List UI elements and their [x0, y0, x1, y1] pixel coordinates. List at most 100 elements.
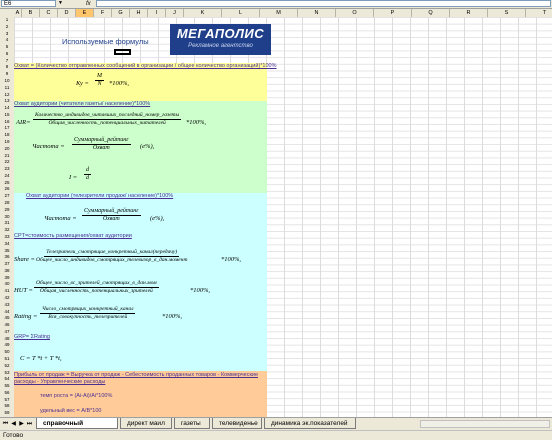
row-header-20[interactable]: 20 [0, 146, 14, 153]
first-sheet-icon[interactable]: ⏮ [2, 420, 9, 428]
row-header-13[interactable]: 13 [0, 98, 14, 105]
column-header-f[interactable]: F [94, 9, 112, 17]
row-header-11[interactable]: 11 [0, 85, 14, 92]
prev-sheet-icon[interactable]: ◀ [10, 420, 17, 428]
row-header-43[interactable]: 43 [0, 302, 14, 309]
row-header-31[interactable]: 31 [0, 220, 14, 227]
row-header-6[interactable]: 6 [0, 51, 14, 58]
sheet-tab-4[interactable]: динамика эк.показателей [264, 418, 356, 429]
column-header-m[interactable]: M [260, 9, 298, 17]
row-header-27[interactable]: 27 [0, 193, 14, 200]
row-header-24[interactable]: 24 [0, 173, 14, 180]
row-header-49[interactable]: 49 [0, 342, 14, 349]
row-header-14[interactable]: 14 [0, 105, 14, 112]
row-header-59[interactable]: 59 [0, 410, 14, 417]
name-box[interactable]: E6 [1, 0, 56, 7]
ky-tail: *100%, [109, 80, 130, 87]
column-header-j[interactable]: J [166, 9, 184, 17]
column-header-r[interactable]: R [450, 9, 488, 17]
row-header-29[interactable]: 29 [0, 207, 14, 214]
row-header-35[interactable]: 35 [0, 248, 14, 255]
row-header-26[interactable]: 26 [0, 186, 14, 193]
row-header-9[interactable]: 9 [0, 71, 14, 78]
fx-icon[interactable]: fx [86, 0, 91, 8]
column-header-n[interactable]: N [298, 9, 336, 17]
next-sheet-icon[interactable]: ▶ [18, 420, 25, 428]
row-header-47[interactable]: 47 [0, 329, 14, 336]
row-header-5[interactable]: 5 [0, 44, 14, 51]
row-header-1[interactable]: 1 [0, 17, 14, 24]
sheet-tab-0[interactable]: справочный материал [36, 418, 118, 438]
row-header-7[interactable]: 7 [0, 58, 14, 65]
column-header-l[interactable]: L [222, 9, 260, 17]
last-sheet-icon[interactable]: ⏭ [26, 420, 33, 428]
column-header-a[interactable]: A [14, 9, 22, 17]
column-header-g[interactable]: G [112, 9, 130, 17]
row-header-44[interactable]: 44 [0, 309, 14, 316]
row-header-15[interactable]: 15 [0, 112, 14, 119]
row-header-12[interactable]: 12 [0, 92, 14, 99]
row-header-30[interactable]: 30 [0, 214, 14, 221]
sheet-tab-3[interactable]: телевиденье [212, 418, 262, 429]
column-header-e[interactable]: E [76, 9, 94, 17]
row-header-53[interactable]: 53 [0, 370, 14, 377]
row-header-52[interactable]: 52 [0, 363, 14, 370]
column-header-o[interactable]: O [336, 9, 374, 17]
cyan-block: Охват аудитории (телезрители продаж/ нас… [14, 193, 267, 371]
column-header-q[interactable]: Q [412, 9, 450, 17]
ky-fraction: M N [95, 73, 104, 88]
row-header-54[interactable]: 54 [0, 376, 14, 383]
row-header-17[interactable]: 17 [0, 125, 14, 132]
row-header-58[interactable]: 58 [0, 403, 14, 410]
row-header-21[interactable]: 21 [0, 153, 14, 160]
row-header-2[interactable]: 2 [0, 24, 14, 31]
row-header-55[interactable]: 55 [0, 383, 14, 390]
column-header-k[interactable]: K [184, 9, 222, 17]
horizontal-scrollbar[interactable] [420, 420, 550, 428]
row-header-36[interactable]: 36 [0, 254, 14, 261]
row-header-3[interactable]: 3 [0, 31, 14, 38]
row-header-40[interactable]: 40 [0, 281, 14, 288]
row-header-4[interactable]: 4 [0, 37, 14, 44]
column-header-c[interactable]: C [40, 9, 58, 17]
row-header-16[interactable]: 16 [0, 119, 14, 126]
row-header-51[interactable]: 51 [0, 356, 14, 363]
row-header-22[interactable]: 22 [0, 159, 14, 166]
row-header-8[interactable]: 8 [0, 64, 14, 71]
cell-area[interactable]: Используемые формулы Охват = (Количество… [14, 17, 552, 417]
row-header-48[interactable]: 48 [0, 336, 14, 343]
sheet-tab-2[interactable]: газеты [174, 418, 210, 429]
row-header-34[interactable]: 34 [0, 241, 14, 248]
row-header-32[interactable]: 32 [0, 227, 14, 234]
air-denominator: Общая_численность_потенциальных_читателе… [48, 120, 166, 126]
row-header-19[interactable]: 19 [0, 139, 14, 146]
row-header-33[interactable]: 33 [0, 234, 14, 241]
column-header-t[interactable]: T [526, 9, 552, 17]
row-header-38[interactable]: 38 [0, 268, 14, 275]
row-header-45[interactable]: 45 [0, 315, 14, 322]
row-header-56[interactable]: 56 [0, 390, 14, 397]
column-header-h[interactable]: H [130, 9, 148, 17]
row-header-50[interactable]: 50 [0, 349, 14, 356]
row-header-10[interactable]: 10 [0, 78, 14, 85]
row-header-18[interactable]: 18 [0, 132, 14, 139]
column-header-s[interactable]: S [488, 9, 526, 17]
formula-input[interactable] [96, 0, 551, 7]
row-header-46[interactable]: 46 [0, 322, 14, 329]
row-header-25[interactable]: 25 [0, 180, 14, 187]
row-header-28[interactable]: 28 [0, 200, 14, 207]
chevron-down-icon[interactable]: ▼ [57, 0, 64, 7]
ct-formula: C = T *t + T *t, [20, 355, 62, 362]
column-header-p[interactable]: P [374, 9, 412, 17]
column-header-i[interactable]: I [148, 9, 166, 17]
row-header-42[interactable]: 42 [0, 295, 14, 302]
row-header-37[interactable]: 37 [0, 261, 14, 268]
row-header-39[interactable]: 39 [0, 275, 14, 282]
row-header-23[interactable]: 23 [0, 166, 14, 173]
selected-cell[interactable] [114, 49, 131, 55]
column-header-d[interactable]: D [58, 9, 76, 17]
column-header-b[interactable]: B [22, 9, 40, 17]
row-header-57[interactable]: 57 [0, 397, 14, 404]
sheet-tab-1[interactable]: директ маил [120, 418, 172, 429]
row-header-41[interactable]: 41 [0, 288, 14, 295]
